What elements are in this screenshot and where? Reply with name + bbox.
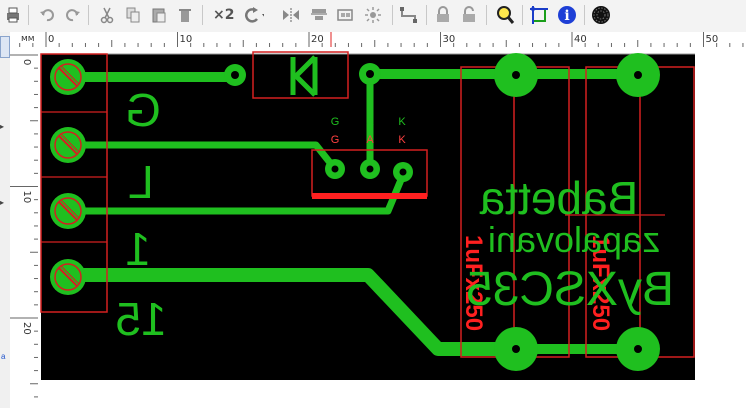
pin-label-k: K xyxy=(398,134,406,146)
capacitor-pad[interactable] xyxy=(494,53,538,97)
board-part-number: ByXSC35 xyxy=(466,263,674,316)
diode-pad[interactable] xyxy=(224,64,246,86)
transistor-pad[interactable] xyxy=(360,159,380,179)
ruler-label: 0 xyxy=(21,59,32,65)
ruler-label: 10 xyxy=(21,191,32,204)
terminal-label-1: 1 xyxy=(125,223,151,275)
ruler-label: 30 xyxy=(443,34,456,45)
group-icon[interactable] xyxy=(334,4,356,26)
transistor-pad[interactable] xyxy=(393,162,413,182)
pcb-canvas[interactable]: G L 1 15 G A K G A K 1uFx250 1uFx250 Bab… xyxy=(38,47,746,408)
pcb-drawing[interactable]: G L 1 15 G A K G A K 1uFx250 1uFx250 Bab… xyxy=(38,47,746,408)
route-icon[interactable] xyxy=(398,4,420,26)
redo-icon[interactable] xyxy=(62,4,84,26)
board-title: Babetta xyxy=(479,172,638,224)
pin-label-g: G xyxy=(331,134,340,146)
capacitor-pad[interactable] xyxy=(616,53,660,97)
pin-label-a: A xyxy=(366,116,374,128)
capacitor-pad[interactable] xyxy=(494,327,538,371)
ruler-label: 10 xyxy=(180,34,193,45)
horizontal-ruler: 0 10 20 30 40 50 мм xyxy=(10,32,746,48)
side-tab[interactable] xyxy=(0,36,10,58)
pin-label-g: G xyxy=(331,116,340,128)
mirror-icon[interactable] xyxy=(280,4,302,26)
terminal-pad[interactable] xyxy=(50,259,86,295)
terminal-pad[interactable] xyxy=(50,193,86,229)
delete-icon[interactable] xyxy=(174,4,196,26)
board-subtitle: zapalovani xyxy=(488,219,660,260)
side-arrow-icon[interactable]: ▸ xyxy=(0,198,4,207)
ruler-label: 40 xyxy=(574,34,587,45)
side-arrow-icon[interactable]: ▸ xyxy=(0,122,4,131)
explode-icon[interactable] xyxy=(362,4,384,26)
copy-icon[interactable] xyxy=(122,4,144,26)
vertical-ruler: 0 10 20 xyxy=(10,47,39,408)
undo-icon[interactable] xyxy=(36,4,58,26)
svg-text:i: i xyxy=(564,8,569,24)
pin-label-a: A xyxy=(366,134,374,146)
ground-plane-icon[interactable] xyxy=(590,4,612,26)
cut-icon[interactable] xyxy=(96,4,118,26)
terminal-pad[interactable] xyxy=(50,127,86,163)
capacitor-pad[interactable] xyxy=(616,327,660,371)
align-icon[interactable] xyxy=(308,4,330,26)
unlock-icon[interactable] xyxy=(458,4,480,26)
terminal-pad[interactable] xyxy=(50,59,86,95)
lock-icon[interactable] xyxy=(432,4,454,26)
ruler-label: 50 xyxy=(706,34,719,45)
rotate-icon[interactable] xyxy=(242,4,264,26)
terminal-label-15: 15 xyxy=(115,293,166,345)
snap-icon[interactable] xyxy=(528,4,550,26)
info-icon[interactable]: i xyxy=(556,4,578,26)
printer-icon[interactable] xyxy=(2,4,24,26)
terminal-label-g: G xyxy=(125,84,161,136)
zoom-icon[interactable] xyxy=(494,4,516,26)
diode-pad[interactable] xyxy=(359,63,381,85)
zoom-factor[interactable]: ×2 xyxy=(213,7,234,23)
side-marker: a xyxy=(1,352,6,361)
transistor-pad[interactable] xyxy=(325,159,345,179)
ruler-unit-label: мм xyxy=(21,34,35,44)
transistor-tab xyxy=(312,193,427,199)
ruler-label: 20 xyxy=(311,34,324,45)
ruler-label: 20 xyxy=(21,322,32,335)
ruler-label: 0 xyxy=(48,34,54,45)
pin-label-k: K xyxy=(398,116,406,128)
terminal-label-l: L xyxy=(128,156,154,208)
main-toolbar: ×2 i xyxy=(0,0,746,33)
paste-icon[interactable] xyxy=(148,4,170,26)
